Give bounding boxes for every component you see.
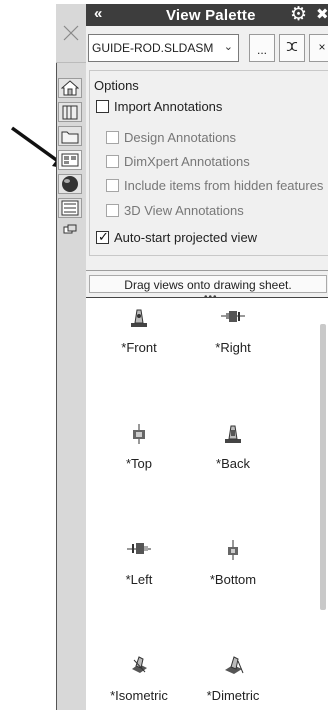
view-palette-icon [61, 153, 79, 167]
back-view-thumbnail-icon [225, 425, 241, 443]
bottom-view-thumbnail-icon [228, 540, 238, 560]
tab-custom-properties[interactable] [58, 198, 82, 218]
view-label: *Top [125, 456, 153, 471]
view-item-front[interactable]: *Front [94, 306, 184, 366]
clear-views-button[interactable]: × [309, 34, 328, 62]
collapse-panel-button[interactable]: « [94, 5, 102, 22]
tab-appearances[interactable] [58, 174, 82, 194]
import-annotations-label: Import Annotations [114, 99, 223, 114]
browse-button[interactable]: ... [249, 34, 275, 62]
include-hidden-label: Include items from hidden features [124, 178, 324, 193]
tab-solidworks-resources[interactable] [58, 78, 82, 98]
view-label: *Isometric [110, 688, 168, 703]
checkbox-box [106, 204, 119, 217]
isometric-view-thumbnail-icon [132, 656, 147, 673]
checkbox-box [106, 179, 119, 192]
close-icon: × [318, 40, 326, 54]
view-3d-annotations-label: 3D View Annotations [124, 203, 244, 218]
view-item-dimetric[interactable]: *Dimetric [188, 654, 278, 710]
right-view-thumbnail-icon [221, 311, 245, 322]
panel-title-bar: « View Palette ⚙ ✖ [86, 4, 328, 26]
chevron-down-icon: ⌄ [223, 41, 233, 53]
close-x-icon[interactable] [56, 4, 86, 63]
checkmark-icon: ✓ [98, 229, 109, 244]
pin-icon[interactable]: ✖ [316, 5, 328, 23]
tab-view-palette[interactable] [58, 150, 82, 170]
document-select[interactable]: GUIDE-ROD.SLDASM ⌄ [88, 34, 239, 62]
panel-title: View Palette [166, 7, 256, 24]
checkbox-box [96, 100, 109, 113]
view-label: *Bottom [209, 572, 257, 587]
views-scrollbar[interactable] [320, 324, 326, 610]
view-label: *Front [121, 340, 157, 355]
design-annotations-label: Design Annotations [124, 130, 237, 145]
checkbox-box [106, 131, 119, 144]
top-view-thumbnail-icon [133, 424, 145, 444]
tab-design-library[interactable] [58, 102, 82, 122]
checkbox-box [106, 155, 119, 168]
view-label: *Left [125, 572, 153, 587]
dimxpert-annotations-label: DimXpert Annotations [124, 154, 250, 169]
document-select-value: GUIDE-ROD.SLDASM [92, 41, 214, 55]
tab-extra[interactable] [58, 222, 82, 238]
properties-icon [61, 200, 79, 216]
drag-hint-text: Drag views onto drawing sheet. [89, 275, 327, 293]
left-view-thumbnail-icon [127, 543, 151, 554]
view-item-right[interactable]: *Right [188, 306, 278, 366]
sphere-icon [62, 176, 78, 192]
view-label: *Dimetric [206, 688, 260, 703]
folder-icon [61, 131, 79, 144]
dimetric-view-thumbnail-icon [225, 656, 244, 674]
gear-icon[interactable]: ⚙ [290, 4, 307, 26]
tab-file-explorer[interactable] [58, 126, 82, 146]
view-label: *Back [216, 456, 250, 471]
library-icon [62, 105, 78, 120]
view-item-back[interactable]: *Back [188, 422, 278, 482]
home-icon [61, 80, 79, 96]
auto-start-label: Auto-start projected view [114, 230, 258, 245]
view-item-top[interactable]: *Top [94, 422, 184, 482]
view-label: *Right [215, 340, 251, 355]
refresh-button[interactable]: ⵋ [279, 34, 305, 62]
small-tab-icon [63, 224, 77, 234]
view-item-bottom[interactable]: *Bottom [188, 538, 278, 598]
refresh-icon: ⵋ [286, 40, 298, 54]
view-palette-panel: « View Palette ⚙ ✖ GUIDE-ROD.SLDASM ⌄ ..… [86, 4, 328, 710]
view-item-isometric[interactable]: *Isometric [94, 654, 184, 710]
front-view-thumbnail-icon [131, 309, 147, 327]
view-item-left[interactable]: *Left [94, 538, 184, 598]
options-label: Options [94, 78, 139, 93]
checkbox-box: ✓ [96, 229, 109, 244]
